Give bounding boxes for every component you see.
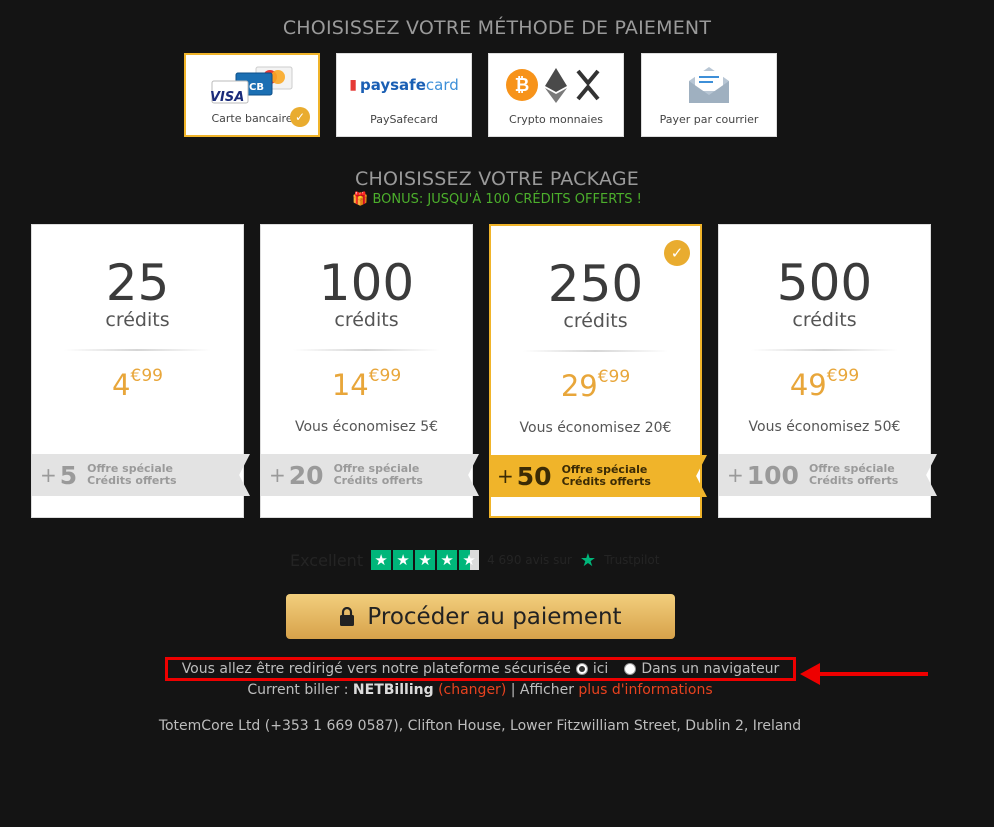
lock-icon (340, 606, 355, 626)
company-address: TotemCore Ltd (+353 1 669 0587), Clifton… (158, 718, 802, 734)
package-price: 29€99 (560, 367, 631, 403)
package-card-500[interactable]: 500 crédits 49€99 Vous économisez 50€ +1… (718, 224, 937, 518)
more-info-link[interactable]: plus d'informations (578, 682, 712, 698)
trustpilot-star-icon: ★ (579, 549, 597, 571)
package-price: 49€99 (789, 366, 860, 402)
cb-logo-text: CB (249, 82, 264, 93)
radio-ici-label[interactable]: ici (593, 661, 608, 677)
divider (293, 349, 440, 351)
package-card-25[interactable]: 25 crédits 4€99 +5 Offre spéciale Crédits… (31, 224, 250, 518)
bonus-ribbon: +50 Offre spéciale Crédits offerts (489, 455, 707, 497)
bonus-credits: 100 (746, 460, 799, 490)
show-text: Afficher (519, 682, 574, 698)
package-credits-label: crédits (105, 309, 170, 331)
payment-crypto-label: Crypto monnaies (509, 113, 603, 126)
star-half-icon: ★ (459, 550, 480, 570)
package-price: 4€99 (112, 366, 163, 402)
redirect-options: Vous allez être redirigé vers notre plat… (165, 657, 796, 681)
star-icon: ★ (415, 550, 436, 570)
package-credits-label: crédits (563, 310, 628, 332)
radio-ici[interactable] (575, 663, 588, 675)
package-credits-label: crédits (792, 309, 857, 331)
divider (64, 349, 211, 351)
package-credits: 25 (105, 254, 170, 312)
trustpilot-widget[interactable]: Excellent ★ ★ ★ ★ ★ 4 690 avis sur ★ Tru… (290, 549, 659, 571)
bonus-banner: 🎁 BONUS: JUSQU'À 100 CRÉDITS OFFERTS ! (0, 192, 994, 207)
radio-navigateur-label[interactable]: Dans un navigateur (641, 661, 779, 677)
bonus-ribbon: +100 Offre spéciale Crédits offerts (719, 454, 937, 496)
envelope-icon (642, 64, 776, 106)
trustpilot-reviews: 4 690 avis sur (487, 553, 572, 567)
package-card-100[interactable]: 100 crédits 14€99 Vous économisez 5€ +20… (260, 224, 479, 518)
trustpilot-brand: Trustpilot (604, 553, 660, 567)
svg-text:₿: ₿ (515, 75, 530, 96)
biller-prefix: Current biller : (247, 682, 353, 698)
proceed-payment-button[interactable]: Procéder au paiement (286, 594, 675, 639)
trustpilot-rating-word: Excellent (290, 550, 364, 570)
radio-navigateur[interactable] (624, 663, 637, 675)
gift-icon: 🎁 (352, 192, 369, 207)
bonus-credits: 5 (59, 460, 78, 490)
bonus-text: BONUS: JUSQU'À 100 CRÉDITS OFFERTS ! (372, 192, 642, 207)
package-credits: 500 (776, 254, 873, 312)
divider (523, 350, 668, 352)
bonus-credits: 20 (288, 460, 324, 490)
paysafe-text: paysafe (359, 76, 426, 94)
bonus-ribbon: +20 Offre spéciale Crédits offerts (261, 454, 479, 496)
star-icon: ★ (371, 550, 392, 570)
package-title: CHOISISSEZ VOTRE PACKAGE (355, 168, 639, 190)
package-savings: Vous économisez 50€ (748, 419, 901, 435)
star-icon: ★ (393, 550, 414, 570)
biller-name: NETBilling (352, 682, 434, 698)
star-icon: ★ (437, 550, 458, 570)
change-biller-link[interactable]: changer (444, 682, 501, 698)
payment-mail-label: Payer par courrier (659, 113, 759, 126)
package-credits-label: crédits (334, 309, 399, 331)
bonus-ribbon: +5 Offre spéciale Crédits offerts (32, 454, 250, 496)
package-price: 14€99 (331, 366, 402, 402)
payment-mail-option[interactable]: Payer par courrier (641, 53, 777, 137)
proceed-payment-label: Procéder au paiement (367, 603, 622, 630)
biller-info: Current biller : NETBilling (changer) | … (247, 682, 713, 698)
package-credits: 100 (318, 254, 415, 312)
lock-icon: ▮ (349, 77, 357, 93)
package-savings: Vous économisez 5€ (294, 419, 439, 435)
package-card-250[interactable]: ✓ 250 crédits 29€99 Vous économisez 20€ … (489, 224, 707, 518)
divider (751, 349, 898, 351)
check-icon: ✓ (290, 107, 310, 127)
payment-paysafecard-option[interactable]: ▮ paysafe card PaySafecard (336, 53, 472, 137)
payment-card-option[interactable]: VISA CB Carte bancaire ✓ (184, 53, 320, 137)
bonus-credits: 50 (516, 461, 552, 491)
crypto-logos-icon: ₿ (489, 64, 623, 106)
visa-logo-text: VISA (210, 90, 245, 105)
package-savings: Vous économisez 20€ (519, 420, 672, 436)
payment-method-title: CHOISISSEZ VOTRE MÉTHODE DE PAIEMENT (282, 17, 712, 39)
payment-crypto-option[interactable]: ₿ Crypto monnaies (488, 53, 624, 137)
star-rating: ★ ★ ★ ★ ★ (371, 550, 480, 570)
package-credits: 250 (547, 255, 644, 313)
card-text: card (425, 76, 459, 94)
payment-paysafecard-label: PaySafecard (370, 113, 438, 126)
redirect-text: Vous allez être redirigé vers notre plat… (181, 661, 571, 677)
paysafecard-logo: ▮ paysafe card (337, 64, 471, 106)
